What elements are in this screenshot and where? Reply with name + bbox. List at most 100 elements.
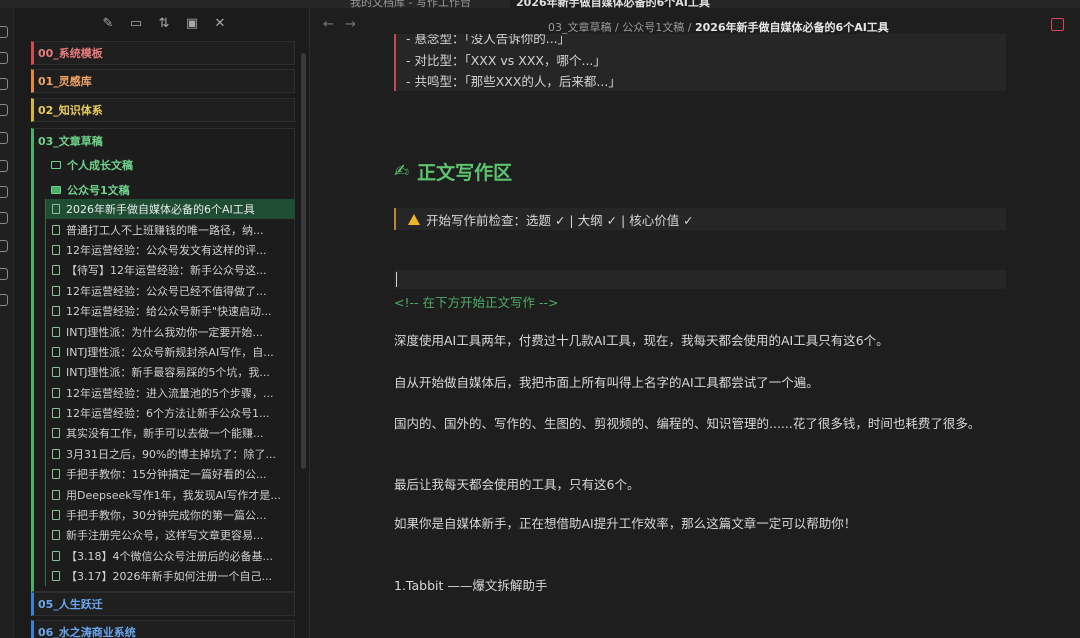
graph-icon[interactable] xyxy=(0,52,8,64)
file-label: 手把手教你：15分钟搞定一篇好看的公... xyxy=(66,468,267,482)
file-item[interactable]: 手把手教你：15分钟搞定一篇好看的公... xyxy=(45,464,295,485)
paragraph: 国内的、国外的、写作的、生图的、剪视频的、编程的、知识管理的......花了很多… xyxy=(394,416,981,431)
subfolder-personal[interactable]: 个人成长文稿 xyxy=(51,157,133,173)
tab-close-icon[interactable]: ✕ xyxy=(700,0,708,7)
file-item[interactable]: INTJ理性派：公众号新规封杀AI写作，自... xyxy=(45,341,295,363)
file-label: 2026年新手做自媒体必备的6个AI工具 xyxy=(66,203,255,217)
breadcrumb-folder[interactable]: 03_文章草稿 xyxy=(548,21,612,34)
document-icon xyxy=(52,387,60,398)
new-note-icon[interactable]: ✎ xyxy=(100,15,116,31)
file-item[interactable]: INTJ理性派：为什么我劝你一定要开始... xyxy=(45,321,295,342)
paragraph: 深度使用AI工具两年，付费过十几款AI工具，现在，我每天都会使用的AI工具只有这… xyxy=(394,333,889,348)
title-types-callout: - 悬念型：「没人告诉你的...」 - 对比型：「XXX vs XXX，哪个..… xyxy=(394,34,1006,91)
callout-row: - 共鸣型：「那些XXX的人，后来都...」 xyxy=(406,74,621,89)
breadcrumb-sep: / xyxy=(687,21,692,34)
callout-row: - 悬念型：「没人告诉你的...」 xyxy=(406,34,571,46)
precheck-callout: 开始写作前检查：选题 ✓ | 大纲 ✓ | 核心价值 ✓ xyxy=(394,208,1006,230)
folder-05[interactable]: 05_人生跃迁 xyxy=(31,592,295,616)
folder-06[interactable]: 06_水之涛商业系统 xyxy=(31,620,295,638)
file-label: 12年运营经验：给公众号新手"快速启动... xyxy=(66,305,272,319)
html-comment: <!-- 在下方开始正文写作 --> xyxy=(394,295,559,310)
left-ribbon xyxy=(0,8,14,638)
plugin-icon[interactable] xyxy=(0,132,8,144)
subfolder-gzh1[interactable]: 公众号1文稿 xyxy=(51,182,130,198)
file-explorer: ✎ ▭ ⇅ ▣ ✕ 00_系统模板 01_灵感库 02_知识体系 03_文章草稿… xyxy=(14,8,310,638)
file-item[interactable]: 12年运营经验：给公众号新手"快速启动... xyxy=(45,300,295,322)
file-item[interactable]: 【待写】12年运营经验：新手公众号这... xyxy=(45,260,295,281)
document-icon xyxy=(52,326,60,337)
tab-active[interactable]: 2026年新手做自媒体必备的6个AI工具 xyxy=(510,0,710,8)
template-icon[interactable] xyxy=(0,212,8,224)
terminal-icon[interactable] xyxy=(0,160,8,172)
file-item[interactable]: 其实没有工作，新手可以去做一个能赚... xyxy=(45,423,295,444)
forward-icon[interactable]: → xyxy=(345,17,356,32)
file-item[interactable]: 【3.18】4个微信公众号注册后的必备基... xyxy=(45,545,295,567)
sort-icon[interactable]: ⇅ xyxy=(156,15,172,31)
back-icon[interactable]: ← xyxy=(323,17,334,32)
file-label: 用Deepseek写作1年，我发现AI写作才是... xyxy=(66,488,281,502)
document-icon xyxy=(52,448,60,459)
file-item[interactable]: 新手注册完公众号，这样写文章更容易... xyxy=(45,525,295,546)
folder-00[interactable]: 00_系统模板 xyxy=(31,41,295,65)
folder-01[interactable]: 01_灵感库 xyxy=(31,69,295,93)
files-icon[interactable] xyxy=(0,26,8,38)
paragraph: 自从开始做自媒体后，我把市面上所有叫得上名字的AI工具都尝试了一个遍。 xyxy=(394,375,819,390)
file-label: 12年运营经验：公众号发文有这样的评... xyxy=(66,243,267,257)
folder-03-label[interactable]: 03_文章草稿 xyxy=(38,133,103,149)
calendar-icon[interactable] xyxy=(0,104,8,116)
file-item[interactable]: 用Deepseek写作1年，我发现AI写作才是... xyxy=(45,484,295,505)
folder-label: 02_知识体系 xyxy=(38,104,103,117)
table-icon[interactable] xyxy=(0,240,8,252)
document-icon xyxy=(52,224,60,235)
breadcrumb: 03_文章草稿 / 公众号1文稿 / 2026年新手做自媒体必备的6个AI工具 xyxy=(548,19,889,35)
list-heading: 1.Tabbit ——爆文拆解助手 xyxy=(394,578,548,593)
file-label: 12年运营经验：进入流量池的5个步骤，... xyxy=(66,386,274,400)
copy-icon[interactable] xyxy=(0,294,8,306)
document-icon xyxy=(52,367,60,378)
document-icon xyxy=(52,469,60,480)
file-label: 其实没有工作，新手可以去做一个能赚... xyxy=(66,427,264,441)
explorer-toolbar: ✎ ▭ ⇅ ▣ ✕ xyxy=(14,8,310,38)
callout-row: - 对比型：「XXX vs XXX，哪个...」 xyxy=(406,53,606,68)
file-item[interactable]: 3月31日之后，90%的博主掉坑了：除了... xyxy=(45,443,295,465)
warning-icon xyxy=(408,213,420,225)
edit-mode-icon[interactable] xyxy=(1051,18,1064,31)
list-icon[interactable] xyxy=(0,186,8,198)
file-item[interactable]: 2026年新手做自媒体必备的6个AI工具 xyxy=(45,199,295,220)
file-label: 新手注册完公众号，这样写文章更容易... xyxy=(66,529,264,543)
breadcrumb-sep: / xyxy=(615,21,619,34)
document-icon xyxy=(52,285,60,296)
breadcrumb-current[interactable]: 2026年新手做自媒体必备的6个AI工具 xyxy=(695,21,889,34)
document-icon xyxy=(52,530,60,541)
collapse-icon[interactable]: ▣ xyxy=(184,15,200,31)
file-label: INTJ理性派：为什么我劝你一定要开始... xyxy=(66,325,263,339)
file-label: INTJ理性派：新手最容易踩的5个坑，我... xyxy=(66,366,270,380)
canvas-icon[interactable] xyxy=(0,78,8,90)
file-label: 12年运营经验：6个方法让新手公众号1... xyxy=(66,407,270,421)
file-item[interactable]: 12年运营经验：进入流量池的5个步骤，... xyxy=(45,382,295,403)
file-label: 【3.17】2026年新手如何注册一个自己... xyxy=(66,570,272,584)
document-icon xyxy=(52,408,60,419)
explorer-scrollbar[interactable] xyxy=(301,53,306,469)
editing-line[interactable] xyxy=(394,270,1006,289)
file-label: 【待写】12年运营经验：新手公众号这... xyxy=(66,264,267,278)
folder-icon xyxy=(51,161,61,169)
tab-strip: 我的文档库 - 写作工作台 2026年新手做自媒体必备的6个AI工具 ✕ xyxy=(0,0,1080,8)
folder-label: 05_人生跃迁 xyxy=(38,598,103,611)
document-icon xyxy=(52,204,60,215)
file-item[interactable]: 12年运营经验：公众号已经不值得做了... xyxy=(45,280,295,301)
folder-label: 00_系统模板 xyxy=(38,47,103,60)
file-item[interactable]: 普通打工人不上班赚钱的唯一路径，纳... xyxy=(45,219,295,240)
folder-02[interactable]: 02_知识体系 xyxy=(31,98,295,122)
tag-icon[interactable] xyxy=(0,268,8,280)
file-item[interactable]: 手把手教你，30分钟完成你的第一篇公... xyxy=(45,504,295,526)
tab-other[interactable]: 我的文档库 - 写作工作台 xyxy=(350,0,471,8)
file-item[interactable]: 【3.17】2026年新手如何注册一个自己... xyxy=(45,566,295,587)
file-item[interactable]: 12年运营经验：6个方法让新手公众号1... xyxy=(45,402,295,424)
breadcrumb-subfolder[interactable]: 公众号1文稿 xyxy=(622,21,684,34)
document-icon xyxy=(52,244,60,255)
file-item[interactable]: 12年运营经验：公众号发文有这样的评... xyxy=(45,239,295,261)
new-folder-icon[interactable]: ▭ xyxy=(128,15,144,31)
close-icon[interactable]: ✕ xyxy=(212,15,228,31)
file-item[interactable]: INTJ理性派：新手最容易踩的5个坑，我... xyxy=(45,362,295,383)
